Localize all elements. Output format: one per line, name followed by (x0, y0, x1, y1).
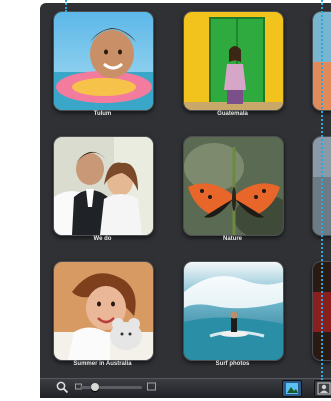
we-do-photo (54, 137, 153, 235)
event-label: Tulum (93, 111, 112, 117)
faces-view-button[interactable] (314, 380, 331, 397)
faces-view-icon (317, 382, 331, 395)
zoom-slider-knob[interactable] (90, 383, 99, 391)
event-label: Guatemala (217, 111, 248, 117)
guatemala-photo (184, 12, 283, 110)
event-thumbnail-we-do[interactable] (53, 136, 154, 236)
event-label: Nature (222, 236, 242, 242)
event-thumbnail-surf-photos[interactable] (183, 261, 284, 361)
event-thumbnail-summer-in-australia[interactable] (53, 261, 154, 361)
nature-photo (184, 137, 283, 235)
event-thumbnail-tulum[interactable] (53, 11, 154, 111)
events-browser-window: Tulum Guatemala We do Nature Summer in A… (40, 3, 331, 378)
zoom-slider[interactable] (80, 386, 142, 389)
event-label: We do (93, 236, 112, 242)
summer-in-australia-photo (54, 262, 153, 360)
event-label: Surf photos (215, 361, 250, 367)
event-thumbnail-guatemala[interactable] (183, 11, 284, 111)
large-photo-icon[interactable] (147, 382, 156, 391)
surf-photos-photo (184, 262, 283, 360)
search-icon[interactable] (56, 381, 69, 394)
event-label: Summer in Australia (73, 361, 132, 367)
event-thumbnail-nature[interactable] (183, 136, 284, 236)
callout-line (65, 0, 67, 12)
tulum-photo (54, 12, 153, 110)
events-view-icon (286, 383, 298, 394)
events-view-button[interactable] (282, 380, 302, 397)
callout-line (321, 0, 323, 380)
